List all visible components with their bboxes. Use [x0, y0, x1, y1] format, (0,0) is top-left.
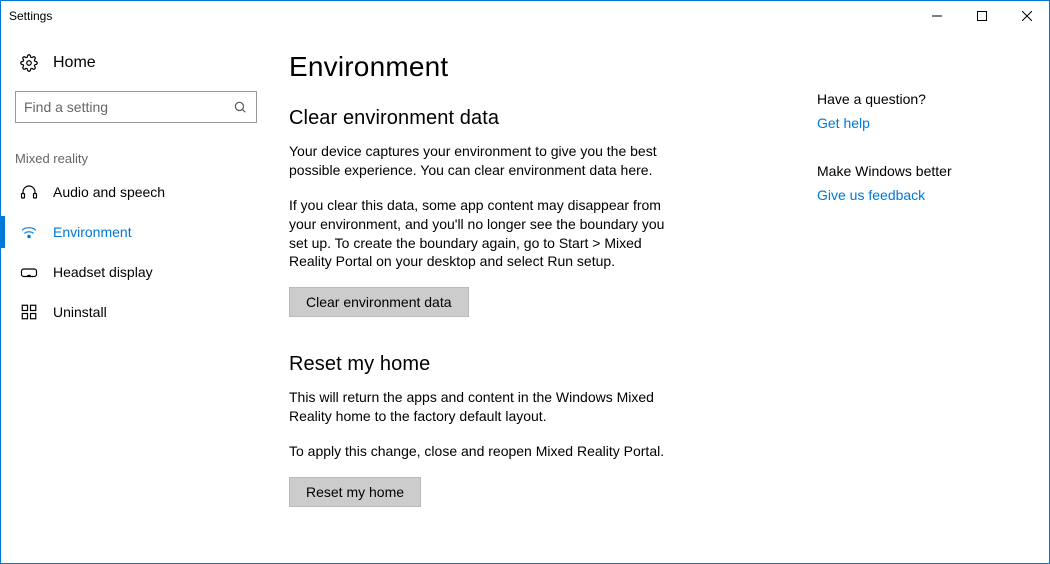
sidebar-item-label: Uninstall [53, 304, 107, 320]
gear-icon [19, 53, 39, 73]
help-group-question: Have a question? Get help [817, 91, 1029, 131]
section-text: Your device captures your environment to… [289, 142, 669, 180]
give-feedback-link[interactable]: Give us feedback [817, 187, 1029, 203]
sidebar-item-label: Audio and speech [53, 184, 165, 200]
section-text: To apply this change, close and reopen M… [289, 442, 669, 461]
settings-window: Settings Home Mixed [0, 0, 1050, 564]
search-icon [232, 99, 248, 115]
get-help-link[interactable]: Get help [817, 115, 1029, 131]
help-column: Have a question? Get help Make Windows b… [809, 51, 1029, 563]
maximize-button[interactable] [959, 1, 1004, 31]
minimize-button[interactable] [914, 1, 959, 31]
sidebar-item-environment[interactable]: Environment [1, 212, 271, 252]
home-label: Home [53, 54, 96, 72]
minimize-icon [932, 11, 942, 21]
vr-headset-icon [19, 262, 39, 282]
content-column: Environment Clear environment data Your … [289, 51, 809, 563]
close-button[interactable] [1004, 1, 1049, 31]
sidebar-item-uninstall[interactable]: Uninstall [1, 292, 271, 332]
help-group-feedback: Make Windows better Give us feedback [817, 163, 1029, 203]
help-heading: Have a question? [817, 91, 1029, 107]
window-body: Home Mixed reality Audio and speech [1, 31, 1049, 563]
sidebar-item-label: Environment [53, 224, 132, 240]
search-input[interactable] [24, 99, 232, 115]
section-heading-reset-home: Reset my home [289, 353, 809, 376]
main-area: Environment Clear environment data Your … [271, 31, 1049, 563]
uninstall-icon [19, 302, 39, 322]
clear-environment-data-button[interactable]: Clear environment data [289, 287, 469, 317]
sidebar-item-headset-display[interactable]: Headset display [1, 252, 271, 292]
home-nav[interactable]: Home [1, 45, 271, 85]
sidebar: Home Mixed reality Audio and speech [1, 31, 271, 563]
feedback-heading: Make Windows better [817, 163, 1029, 179]
section-text: If you clear this data, some app content… [289, 196, 669, 272]
maximize-icon [977, 11, 987, 21]
section-text: This will return the apps and content in… [289, 388, 669, 426]
category-label: Mixed reality [1, 123, 271, 172]
titlebar: Settings [1, 1, 1049, 31]
headset-icon [19, 182, 39, 202]
section-heading-clear-env: Clear environment data [289, 107, 809, 130]
sidebar-item-audio-and-speech[interactable]: Audio and speech [1, 172, 271, 212]
environment-icon [19, 222, 39, 242]
close-icon [1022, 11, 1032, 21]
window-title: Settings [9, 9, 52, 23]
sidebar-item-label: Headset display [53, 264, 153, 280]
search-box[interactable] [15, 91, 257, 123]
reset-my-home-button[interactable]: Reset my home [289, 477, 421, 507]
page-title: Environment [289, 51, 809, 83]
